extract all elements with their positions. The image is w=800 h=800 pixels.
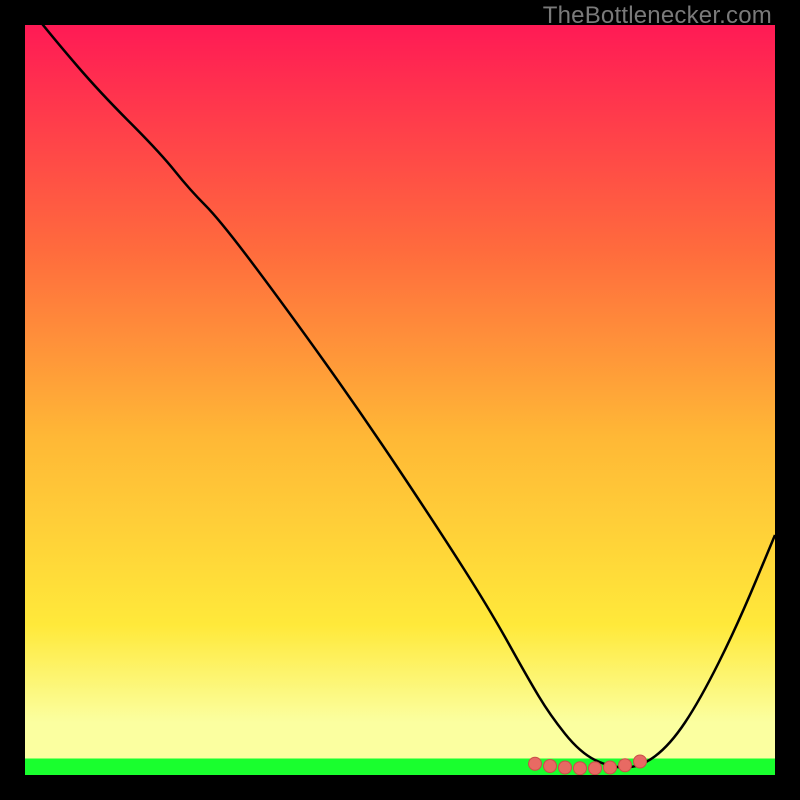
gradient-background [25,25,775,775]
optimal-marker [604,761,617,774]
green-optimal-band [25,759,775,776]
chart-frame [25,25,775,775]
optimal-marker [619,759,632,772]
optimal-marker [634,755,647,768]
optimal-marker [544,760,557,773]
optimal-marker [589,762,602,775]
bottleneck-chart [25,25,775,775]
optimal-marker [559,761,572,774]
optimal-marker [574,762,587,775]
optimal-marker [529,757,542,770]
